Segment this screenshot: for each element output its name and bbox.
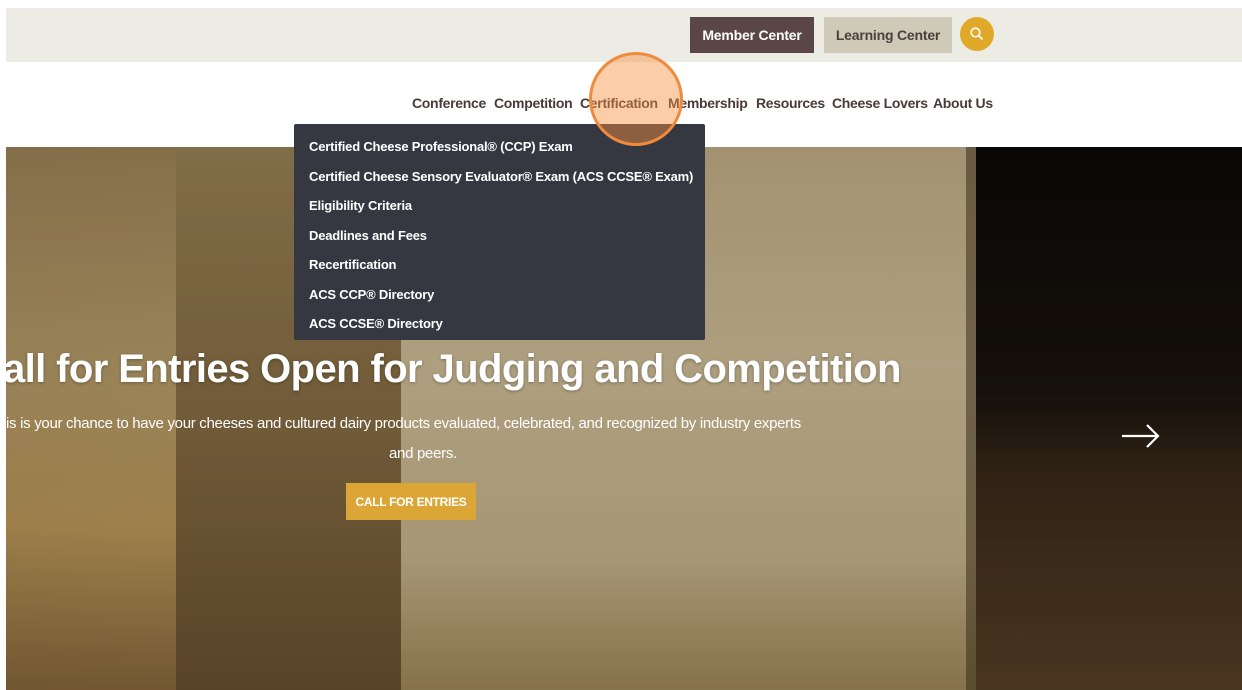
nav-item-cheese-lovers[interactable]: Cheese Lovers	[832, 95, 928, 111]
member-center-button[interactable]: Member Center	[690, 17, 814, 53]
dropdown-item-ccp-directory[interactable]: ACS CCP® Directory	[294, 280, 705, 310]
hero-subtitle-line1: is is your chance to have your cheeses a…	[6, 415, 801, 432]
nav-item-about-us[interactable]: About Us	[933, 95, 993, 111]
search-button[interactable]	[960, 17, 994, 51]
certification-dropdown-menu: Certified Cheese Professional® (CCP) Exa…	[294, 124, 705, 340]
nav-item-resources[interactable]: Resources	[756, 95, 825, 111]
dropdown-item-eligibility-criteria[interactable]: Eligibility Criteria	[294, 191, 705, 221]
next-slide-button[interactable]	[1118, 418, 1164, 454]
dropdown-item-deadlines-fees[interactable]: Deadlines and Fees	[294, 221, 705, 251]
search-icon	[970, 27, 983, 40]
click-indicator	[589, 52, 683, 146]
dropdown-item-ccse-exam[interactable]: Certified Cheese Sensory Evaluator® Exam…	[294, 162, 705, 192]
hero-title-text: all for Entries Open for Judging and Com…	[3, 347, 901, 391]
top-strip	[0, 0, 1242, 8]
learning-center-button[interactable]: Learning Center	[824, 17, 952, 53]
arrow-right-icon	[1122, 424, 1160, 448]
call-for-entries-button[interactable]: CALL FOR ENTRIES	[346, 483, 476, 520]
nav-item-conference[interactable]: Conference	[412, 95, 486, 111]
dropdown-item-recertification[interactable]: Recertification	[294, 250, 705, 280]
hero-subtitle-line2: and peers.	[389, 445, 457, 462]
nav-item-competition[interactable]: Competition	[494, 95, 573, 111]
dropdown-item-ccse-directory[interactable]: ACS CCSE® Directory	[294, 309, 705, 339]
page-left-edge	[0, 0, 6, 690]
